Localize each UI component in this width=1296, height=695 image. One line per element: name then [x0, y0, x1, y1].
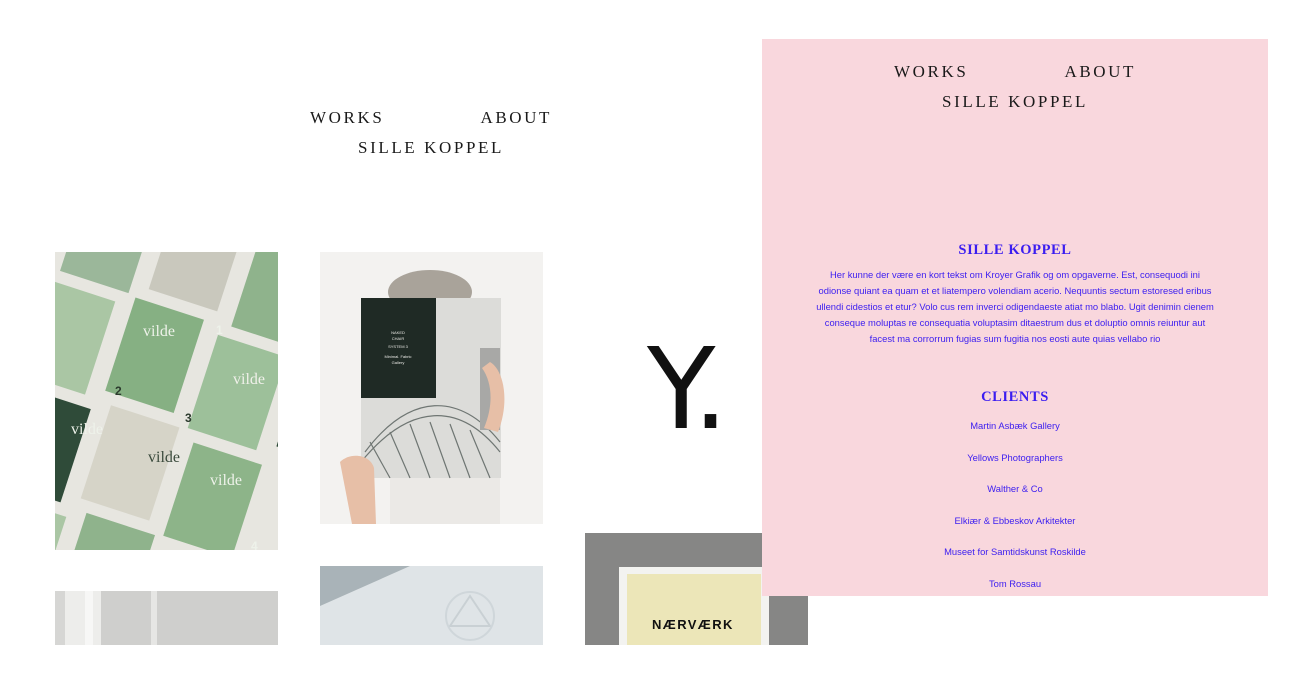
- book-cover-word: vilde: [233, 371, 265, 388]
- nav-links: WORKS ABOUT: [310, 108, 552, 128]
- book-number: 2: [115, 384, 122, 398]
- about-nav-link-about[interactable]: ABOUT: [1064, 62, 1136, 82]
- project-tile-magazine[interactable]: NAKED CHAIR SYSTEM 3 Minimal. Fabric Gal…: [320, 252, 543, 524]
- vilde-books-image: vilde vilde vilde vilde vilde 1 2 3 4: [55, 252, 278, 550]
- magazine-cover-line: SYSTEM 3: [388, 344, 409, 349]
- about-heading: SILLE KOPPEL: [958, 242, 1072, 258]
- magazine-cover-line: NAKED: [391, 330, 405, 335]
- book-cover-word: vilde: [210, 472, 242, 489]
- client-item: Yellows Photographers: [967, 451, 1063, 463]
- naervaerk-label: NÆRVÆRK: [652, 617, 734, 632]
- book-number: 1: [216, 323, 223, 337]
- embossed-paper-image: [320, 566, 543, 645]
- about-nav-link-works[interactable]: WORKS: [894, 62, 968, 82]
- clients-list: Martin Asbæk Gallery Yellows Photographe…: [762, 410, 1268, 600]
- book-number: 3: [185, 411, 192, 425]
- book-cover-word: vilde: [71, 421, 103, 438]
- client-item: Elkiær & Ebbeskov Arkitekter: [954, 514, 1076, 526]
- nav-link-about[interactable]: ABOUT: [480, 108, 552, 128]
- client-item: Museet for Samtidskunst Roskilde: [944, 546, 1086, 558]
- about-nav-links: WORKS ABOUT: [894, 39, 1136, 82]
- about-panel-nav: WORKS ABOUT SILLE KOPPEL: [762, 39, 1268, 112]
- client-item: Martin Asbæk Gallery: [970, 420, 1060, 431]
- main-nav: WORKS ABOUT SILLE KOPPEL: [310, 108, 552, 158]
- book-number: 4: [251, 539, 258, 550]
- project-tile-embossed-paper[interactable]: [320, 566, 543, 645]
- clients-heading: CLIENTS: [981, 389, 1049, 405]
- project-tile-door[interactable]: [55, 591, 278, 645]
- book-cover-word: vilde: [148, 449, 180, 466]
- client-item: Tom Rossau: [988, 577, 1042, 589]
- book-cover-word: vilde: [143, 323, 175, 340]
- magazine-cover-line: CHAIR: [392, 336, 405, 341]
- magazine-image: NAKED CHAIR SYSTEM 3 Minimal. Fabric Gal…: [320, 252, 543, 524]
- magazine-cover-line: Minimal. Fabric: [384, 354, 411, 359]
- about-description: Her kunne der være en kort tekst om Kroy…: [816, 269, 1214, 344]
- y-logo-text: Y.: [646, 325, 728, 455]
- site-title[interactable]: SILLE KOPPEL: [310, 138, 552, 158]
- project-tile-vilde-books[interactable]: vilde vilde vilde vilde vilde 1 2 3 4: [55, 252, 278, 550]
- nav-link-works[interactable]: WORKS: [310, 108, 384, 128]
- door-image: [55, 591, 278, 645]
- magazine-cover-line: Gallery: [392, 360, 405, 365]
- about-site-title[interactable]: SILLE KOPPEL: [762, 92, 1268, 112]
- about-panel: WORKS ABOUT SILLE KOPPEL SILLE KOPPEL He…: [762, 39, 1268, 596]
- client-item: Walther & Co: [987, 483, 1043, 495]
